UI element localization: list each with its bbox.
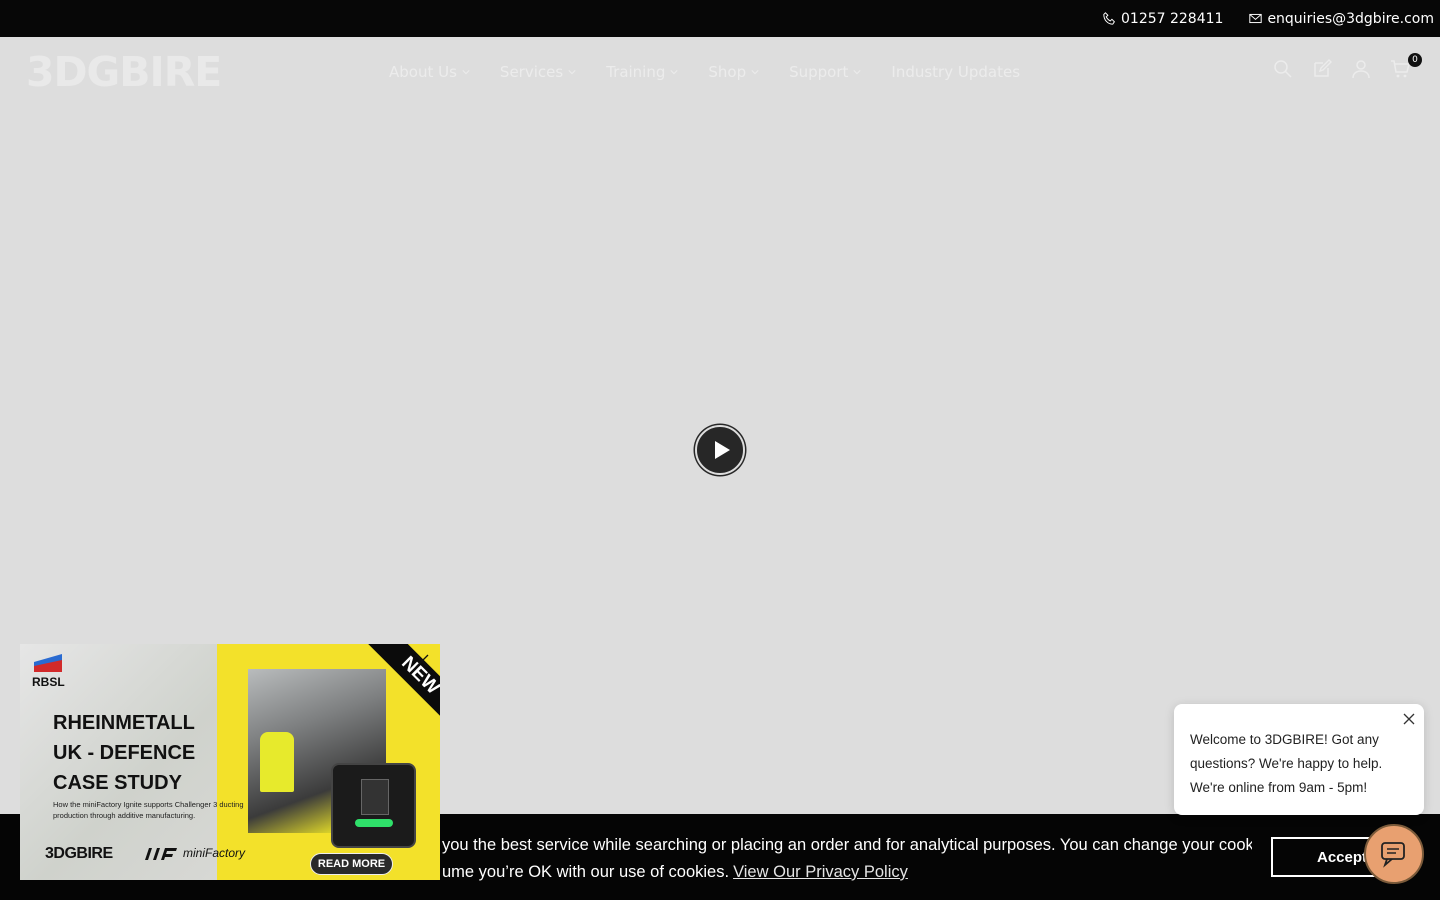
phone-icon (1103, 12, 1116, 25)
mail-icon (1249, 13, 1263, 24)
site-header: 3DGBIRE About Us Services Training Shop … (0, 37, 1440, 111)
cart-count-badge: 0 (1408, 53, 1422, 67)
chat-launcher-button[interactable] (1364, 824, 1424, 884)
promo-brand-minifactory: miniFactory (143, 845, 245, 861)
nav-label: Support (789, 63, 849, 81)
nav-item-industry-updates[interactable]: Industry Updates (891, 63, 1020, 81)
privacy-policy-link[interactable]: View Our Privacy Policy (733, 863, 908, 881)
account-icon (1352, 60, 1370, 79)
chevron-down-icon (853, 70, 861, 75)
read-more-button[interactable]: READ MORE (310, 853, 393, 875)
chevron-down-icon (751, 70, 759, 75)
chat-icon (1381, 842, 1405, 868)
main-nav: About Us Services Training Shop Support … (389, 63, 1050, 81)
cookie-text-line1: you the best service while searching or … (442, 836, 1252, 854)
header-actions: 0 (1273, 53, 1422, 81)
nav-item-training[interactable]: Training (606, 63, 678, 81)
nav-item-support[interactable]: Support (789, 63, 861, 81)
cookie-text-line2: ume you’re OK with our use of cookies. (442, 863, 730, 881)
close-icon[interactable] (415, 654, 429, 668)
search-button[interactable] (1273, 59, 1293, 81)
printer-body (361, 779, 389, 815)
cart-button[interactable]: 0 (1390, 53, 1422, 81)
promo-title-line: UK - DEFENCE (53, 742, 196, 764)
phone-number[interactable]: 01257 228411 (1121, 11, 1223, 27)
printer-glow (355, 819, 393, 827)
play-icon (714, 441, 730, 459)
cart-icon (1391, 60, 1410, 78)
quote-button[interactable] (1312, 59, 1332, 81)
nav-item-services[interactable]: Services (500, 63, 576, 81)
promo-popup[interactable]: RBSL RHEINMETALL UK - DEFENCE CASE STUDY… (20, 644, 440, 880)
nav-label: Shop (708, 63, 747, 81)
chevron-down-icon (568, 70, 576, 75)
top-contact-bar: 01257 228411 enquiries@3dgbire.com (0, 0, 1440, 37)
site-logo[interactable]: 3DGBIRE (26, 52, 222, 93)
search-icon (1274, 60, 1292, 78)
promo-title: RHEINMETALL UK - DEFENCE CASE STUDY (53, 708, 253, 798)
chat-welcome-bubble: Welcome to 3DGBIRE! Got any questions? W… (1174, 704, 1424, 815)
chat-welcome-message: Welcome to 3DGBIRE! Got any questions? W… (1190, 732, 1383, 795)
promo-worker-figure (260, 732, 294, 792)
rbsl-logo-icon (34, 654, 62, 672)
nav-label: About Us (389, 63, 457, 81)
video-play-button[interactable] (695, 425, 745, 475)
phone-contact[interactable]: 01257 228411 (1103, 11, 1223, 27)
nav-item-about-us[interactable]: About Us (389, 63, 470, 81)
close-icon[interactable] (1402, 712, 1416, 726)
promo-brand-3dgbire: 3DGBIRE (45, 845, 113, 862)
minifactory-logo-icon (145, 848, 177, 860)
promo-org: RBSL (32, 675, 65, 689)
nav-item-shop[interactable]: Shop (708, 63, 759, 81)
promo-brand-label: miniFactory (183, 846, 246, 860)
promo-printer-image (331, 763, 416, 848)
promo-title-line: CASE STUDY (53, 772, 182, 794)
nav-label: Industry Updates (891, 63, 1021, 81)
promo-title-line: RHEINMETALL (53, 712, 195, 734)
email-contact[interactable]: enquiries@3dgbire.com (1249, 11, 1434, 27)
nav-label: Services (499, 63, 564, 81)
account-button[interactable] (1351, 59, 1371, 81)
email-address[interactable]: enquiries@3dgbire.com (1267, 11, 1434, 27)
cookie-text-line2-wrap: ume you’re OK with our use of cookies. Vi… (442, 859, 1252, 886)
nav-label: Training (606, 63, 666, 81)
edit-icon (1314, 59, 1332, 77)
promo-description: How the miniFactory Ignite supports Chal… (53, 800, 244, 820)
cookie-message: you the best service while searching or … (442, 832, 1252, 886)
chevron-down-icon (670, 70, 678, 75)
chevron-down-icon (462, 70, 470, 75)
